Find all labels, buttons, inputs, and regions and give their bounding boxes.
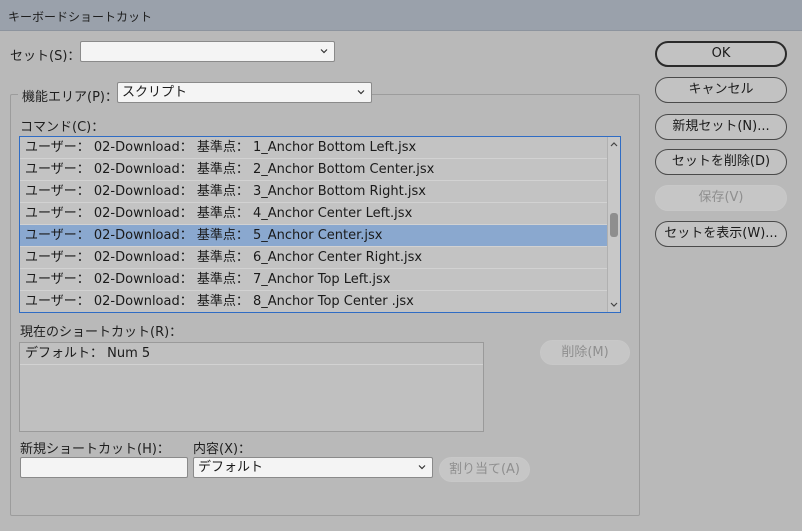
title-bar: キーボードショートカット	[0, 0, 802, 31]
set-label: セット(S)：	[10, 49, 81, 64]
list-item[interactable]: デフォルト： Num 5	[20, 343, 483, 365]
save-button[interactable]: 保存(V)	[655, 185, 787, 211]
context-dropdown[interactable]: デフォルト	[193, 457, 433, 478]
table-row[interactable]: ユーザー： 02-Download： 基準点： 5_Anchor Center.…	[20, 225, 607, 247]
ok-button[interactable]: OK	[655, 41, 787, 67]
cancel-button[interactable]: キャンセル	[655, 77, 787, 103]
new-shortcut-label: 新規ショートカット(H)：	[20, 442, 170, 457]
chevron-up-icon	[610, 142, 618, 147]
show-set-button[interactable]: セットを表示(W)...	[655, 221, 787, 247]
delete-set-button[interactable]: セットを削除(D)	[655, 149, 787, 175]
new-shortcut-input[interactable]	[20, 457, 188, 478]
commands-label: コマンド(C)：	[20, 120, 105, 135]
current-shortcuts-list[interactable]: デフォルト： Num 5	[19, 342, 484, 432]
chevron-down-icon	[357, 90, 365, 95]
commands-list[interactable]: ユーザー： 02-Download： 基準点： 1_Anchor Bottom …	[19, 136, 621, 313]
table-row[interactable]: ユーザー： 02-Download： 基準点： 7_Anchor Top Lef…	[20, 269, 607, 291]
table-row[interactable]: ユーザー： 02-Download： 基準点： 8_Anchor Top Cen…	[20, 291, 607, 312]
remove-shortcut-button[interactable]: 削除(M)	[540, 340, 630, 365]
set-dropdown[interactable]	[80, 41, 335, 62]
new-set-button[interactable]: 新規セット(N)...	[655, 114, 787, 140]
product-area-value: スクリプト	[122, 85, 188, 100]
table-row[interactable]: ユーザー： 02-Download： 基準点： 4_Anchor Center …	[20, 203, 607, 225]
commands-rows: ユーザー： 02-Download： 基準点： 1_Anchor Bottom …	[20, 137, 607, 312]
table-row[interactable]: ユーザー： 02-Download： 基準点： 6_Anchor Center …	[20, 247, 607, 269]
group-legend: 機能エリア(P)：	[18, 83, 122, 105]
window-title: キーボードショートカット	[8, 10, 153, 24]
context-label: 内容(X)：	[193, 442, 252, 457]
scroll-up-arrow[interactable]	[608, 138, 620, 150]
chevron-down-icon	[610, 302, 618, 307]
table-row[interactable]: ユーザー： 02-Download： 基準点： 1_Anchor Bottom …	[20, 137, 607, 159]
table-row[interactable]: ユーザー： 02-Download： 基準点： 2_Anchor Bottom …	[20, 159, 607, 181]
product-area-dropdown[interactable]: スクリプト	[117, 82, 372, 103]
table-row[interactable]: ユーザー： 02-Download： 基準点： 3_Anchor Bottom …	[20, 181, 607, 203]
current-shortcuts-label: 現在のショートカット(R)：	[20, 325, 183, 340]
scroll-thumb[interactable]	[610, 213, 618, 237]
product-area-label: 機能エリア(P)：	[22, 90, 118, 105]
keyboard-shortcuts-dialog: セット(S)： 機能エリア(P)： スクリプト コマンド(C)： ユーザー： 0…	[0, 31, 802, 531]
chevron-down-icon	[418, 465, 426, 470]
scroll-down-arrow[interactable]	[608, 299, 620, 311]
commands-scrollbar[interactable]	[607, 137, 620, 312]
chevron-down-icon	[320, 49, 328, 54]
context-value: デフォルト	[198, 460, 264, 475]
assign-button[interactable]: 割り当て(A)	[439, 457, 530, 482]
